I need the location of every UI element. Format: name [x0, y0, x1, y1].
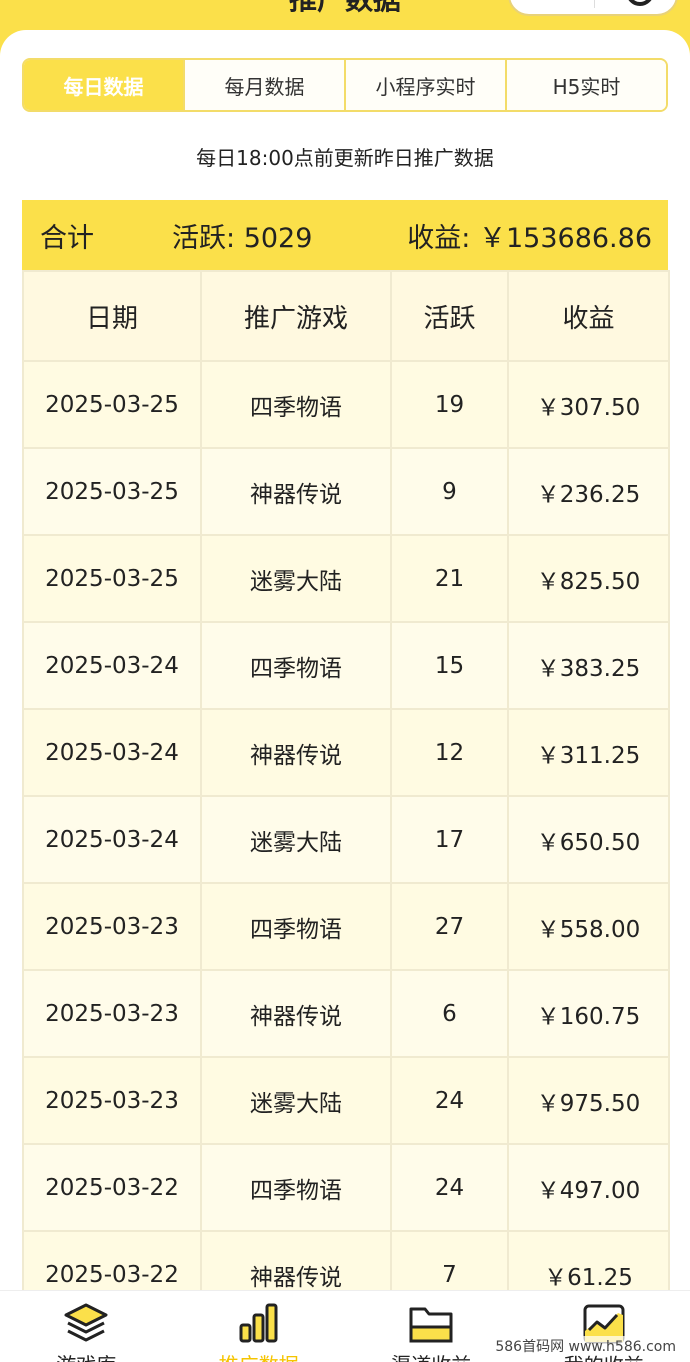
header-active: 活跃 — [390, 270, 509, 362]
table-row: 2025-03-24 四季物语 15 ￥383.25 — [22, 621, 670, 710]
cell-date: 2025-03-23 — [22, 1056, 202, 1145]
capsule-menu[interactable] — [508, 0, 678, 16]
cell-date: 2025-03-24 — [22, 708, 202, 797]
table-row: 2025-03-23 四季物语 27 ￥558.00 — [22, 882, 670, 971]
close-circle-icon[interactable] — [626, 0, 654, 6]
cell-active: 7 — [390, 1230, 509, 1290]
bar-chart-icon — [239, 1303, 278, 1343]
active-total: 活跃: 5029 — [172, 216, 312, 255]
cell-active: 12 — [390, 708, 509, 797]
table-row: 2025-03-25 迷雾大陆 21 ￥825.50 — [22, 534, 670, 623]
cell-income: ￥311.25 — [507, 708, 670, 797]
cell-income: ￥307.50 — [507, 360, 670, 449]
tab-h5-realtime[interactable]: H5实时 — [507, 60, 666, 110]
table-row: 2025-03-23 迷雾大陆 24 ￥975.50 — [22, 1056, 670, 1145]
table-row: 2025-03-23 神器传说 6 ￥160.75 — [22, 969, 670, 1058]
cell-active: 17 — [390, 795, 509, 884]
cell-income: ￥650.50 — [507, 795, 670, 884]
nav-promo-data[interactable]: 推广数据 — [173, 1291, 346, 1362]
cell-active: 9 — [390, 447, 509, 536]
cell-date: 2025-03-23 — [22, 969, 202, 1058]
cell-income: ￥558.00 — [507, 882, 670, 971]
cell-date: 2025-03-25 — [22, 447, 202, 536]
cell-game: 迷雾大陆 — [200, 795, 392, 884]
total-label: 合计 — [40, 222, 94, 254]
cell-game: 四季物语 — [200, 882, 392, 971]
table-row: 2025-03-22 四季物语 24 ￥497.00 — [22, 1143, 670, 1232]
table-row: 2025-03-25 神器传说 9 ￥236.25 — [22, 447, 670, 536]
cell-date: 2025-03-22 — [22, 1143, 202, 1232]
nav-label-game-library: 游戏库 — [0, 1349, 173, 1362]
table-row: 2025-03-24 神器传说 12 ￥311.25 — [22, 708, 670, 797]
tab-monthly[interactable]: 每月数据 — [185, 60, 346, 110]
cell-date: 2025-03-25 — [22, 534, 202, 623]
table-row: 2025-03-25 四季物语 19 ￥307.50 — [22, 360, 670, 449]
cell-date: 2025-03-25 — [22, 360, 202, 449]
cell-active: 24 — [390, 1143, 509, 1232]
nav-label-promo-data: 推广数据 — [173, 1349, 346, 1362]
cell-game: 神器传说 — [200, 969, 392, 1058]
cell-active: 21 — [390, 534, 509, 623]
update-notice: 每日18:00点前更新昨日推广数据 — [196, 146, 494, 170]
nav-game-library[interactable]: 游戏库 — [0, 1291, 173, 1362]
cell-game: 迷雾大陆 — [200, 534, 392, 623]
cell-date: 2025-03-22 — [22, 1230, 202, 1290]
cell-game: 神器传说 — [200, 1230, 392, 1290]
cell-income: ￥236.25 — [507, 447, 670, 536]
cell-game: 迷雾大陆 — [200, 1056, 392, 1145]
income-label: 收益: — [407, 222, 471, 254]
capsule-divider — [594, 0, 595, 8]
cell-game: 四季物语 — [200, 621, 392, 710]
table-header-row: 日期 推广游戏 活跃 收益 — [22, 270, 670, 362]
data-table: 日期 推广游戏 活跃 收益 2025-03-25 四季物语 19 ￥307.50… — [22, 270, 670, 1290]
cell-income: ￥497.00 — [507, 1143, 670, 1232]
income-total: 收益: ￥153686.86 — [407, 216, 652, 255]
table-row: 2025-03-24 迷雾大陆 17 ￥650.50 — [22, 795, 670, 884]
cell-active: 24 — [390, 1056, 509, 1145]
cell-date: 2025-03-24 — [22, 795, 202, 884]
income-value: ￥153686.86 — [478, 222, 652, 254]
folder-icon — [409, 1307, 453, 1343]
cell-active: 27 — [390, 882, 509, 971]
cell-date: 2025-03-23 — [22, 882, 202, 971]
content-card: 每日数据 每月数据 小程序实时 H5实时 每日18:00点前更新昨日推广数据 合… — [0, 30, 690, 1290]
header-income: 收益 — [507, 270, 670, 362]
watermark: 586首码网 www.h586.com — [491, 1336, 680, 1356]
cell-income: ￥975.50 — [507, 1056, 670, 1145]
active-value: 5029 — [243, 222, 313, 254]
cell-active: 6 — [390, 969, 509, 1058]
cell-game: 四季物语 — [200, 1143, 392, 1232]
cell-game: 四季物语 — [200, 360, 392, 449]
cell-income: ￥825.50 — [507, 534, 670, 623]
cell-game: 神器传说 — [200, 708, 392, 797]
tab-daily[interactable]: 每日数据 — [24, 60, 185, 110]
active-label: 活跃: — [172, 222, 236, 254]
layers-icon — [64, 1303, 108, 1342]
cell-income: ￥383.25 — [507, 621, 670, 710]
tab-bar: 每日数据 每月数据 小程序实时 H5实时 — [22, 58, 668, 112]
header-date: 日期 — [22, 270, 202, 362]
cell-date: 2025-03-24 — [22, 621, 202, 710]
cell-income: ￥61.25 — [507, 1230, 670, 1290]
cell-game: 神器传说 — [200, 447, 392, 536]
table-row: 2025-03-22 神器传说 7 ￥61.25 — [22, 1230, 670, 1290]
tab-miniprogram-realtime[interactable]: 小程序实时 — [346, 60, 507, 110]
cell-active: 19 — [390, 360, 509, 449]
cell-active: 15 — [390, 621, 509, 710]
cell-income: ￥160.75 — [507, 969, 670, 1058]
header-game: 推广游戏 — [200, 270, 392, 362]
summary-bar: 合计 活跃: 5029 收益: ￥153686.86 — [22, 200, 668, 270]
